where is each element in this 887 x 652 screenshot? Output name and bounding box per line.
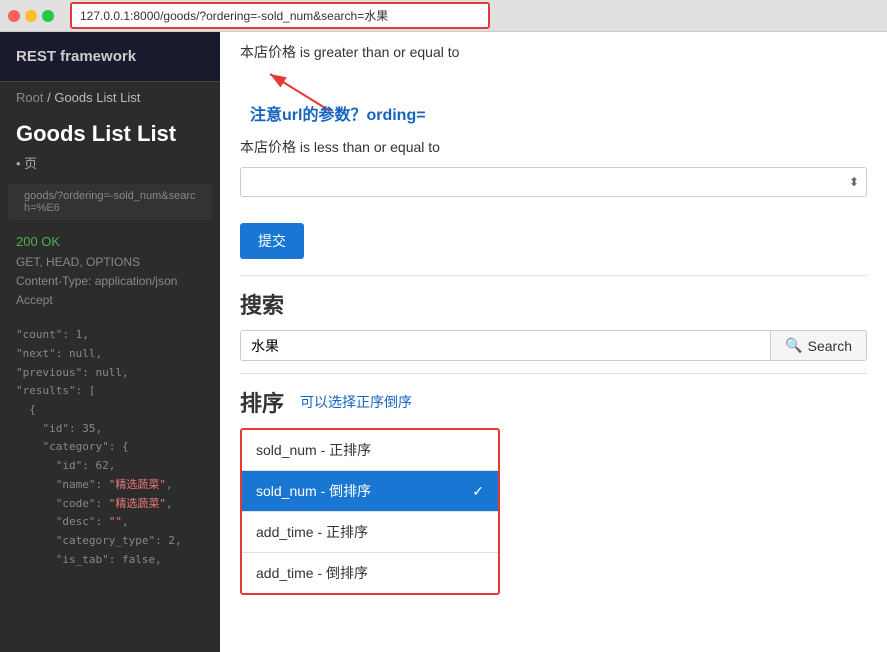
code-line-12: "is_tab": false,	[16, 551, 204, 570]
sort-options-container: sold_num - 正排序 sold_num - 倒排序 ✓ add_time…	[240, 428, 500, 595]
response-status: 200 OK	[16, 232, 204, 253]
code-line-2: "previous": null,	[16, 364, 204, 383]
breadcrumb-current: Goods List List	[54, 90, 140, 105]
sidebar-url: goods/?ordering=-sold_num&search=%E6	[8, 184, 212, 220]
sort-option-addtime-desc[interactable]: add_time - 倒排序	[242, 553, 498, 593]
code-line-3: "results": [	[16, 382, 204, 401]
response-content-type: Content-Type: application/json	[16, 272, 204, 291]
code-line-10: "desc": "",	[16, 513, 204, 532]
sidebar-title: REST framework	[0, 32, 220, 82]
code-line-6: "category": {	[16, 438, 204, 457]
code-line-7: "id": 62,	[16, 457, 204, 476]
sort-option-label-1: sold_num - 倒排序	[256, 481, 371, 501]
code-line-5: "id": 35,	[16, 420, 204, 439]
price-select[interactable]	[240, 167, 867, 197]
search-icon: 🔍	[785, 337, 802, 354]
code-line-11: "category_type": 2,	[16, 532, 204, 551]
breadcrumb: Root / Goods List List	[0, 82, 220, 113]
sort-option-label-2: add_time - 正排序	[256, 522, 368, 542]
greater-equal-label: 本店价格 is greater than or equal to	[220, 32, 887, 66]
sort-title: 排序	[240, 386, 284, 418]
sort-header: 排序 可以选择正序倒序	[240, 386, 867, 418]
page-nav: • 页	[0, 151, 220, 180]
submit-container: 提交	[220, 203, 887, 275]
less-equal-label-container: 本店价格 is less than or equal to	[220, 133, 887, 161]
response-vary: Accept	[16, 291, 204, 310]
sort-option-label-3: add_time - 倒排序	[256, 563, 368, 583]
content-area: 本店价格 is greater than or equal to 注意url的参…	[220, 32, 887, 652]
less-equal-label: 本店价格 is less than or equal to	[240, 137, 867, 157]
search-input[interactable]	[240, 330, 770, 361]
search-button[interactable]: 🔍 Search	[770, 330, 867, 361]
annotation-text: 注意url的参数？ording=	[240, 101, 867, 125]
code-line-8: "name": "精选蔬菜",	[16, 476, 204, 495]
sort-option-sold-asc[interactable]: sold_num - 正排序	[242, 430, 498, 471]
code-line-0: "count": 1,	[16, 326, 204, 345]
price-select-wrapper: ⬍	[240, 167, 867, 197]
code-line-9: "code": "精选蔬菜",	[16, 495, 204, 514]
code-line-4: {	[16, 401, 204, 420]
sort-option-sold-desc[interactable]: sold_num - 倒排序 ✓	[242, 471, 498, 512]
browser-bar: 127.0.0.1:8000/goods/?ordering=-sold_num…	[0, 0, 887, 32]
price-select-container: ⬍	[220, 161, 887, 203]
search-button-label: Search	[808, 338, 852, 354]
search-title: 搜索	[240, 288, 867, 320]
sort-option-label-0: sold_num - 正排序	[256, 440, 371, 460]
response-methods: GET, HEAD, OPTIONS	[16, 253, 204, 272]
search-row: 🔍 Search	[240, 330, 867, 361]
sidebar: REST framework Root / Goods List List Go…	[0, 32, 220, 652]
search-section: 搜索 🔍 Search	[220, 276, 887, 373]
breadcrumb-root[interactable]: Root	[16, 90, 43, 105]
submit-button[interactable]: 提交	[240, 223, 304, 259]
url-bar[interactable]: 127.0.0.1:8000/goods/?ordering=-sold_num…	[70, 2, 490, 29]
sort-note: 可以选择正序倒序	[300, 392, 412, 412]
response-info: 200 OK GET, HEAD, OPTIONS Content-Type: …	[0, 224, 220, 318]
sort-option-addtime-asc[interactable]: add_time - 正排序	[242, 512, 498, 553]
code-line-1: "next": null,	[16, 345, 204, 364]
sort-section: 排序 可以选择正序倒序 sold_num - 正排序 sold_num - 倒排…	[220, 374, 887, 610]
page-title: Goods List List	[0, 113, 220, 151]
sort-checkmark: ✓	[472, 483, 484, 500]
code-block: "count": 1, "next": null, "previous": nu…	[0, 318, 220, 577]
